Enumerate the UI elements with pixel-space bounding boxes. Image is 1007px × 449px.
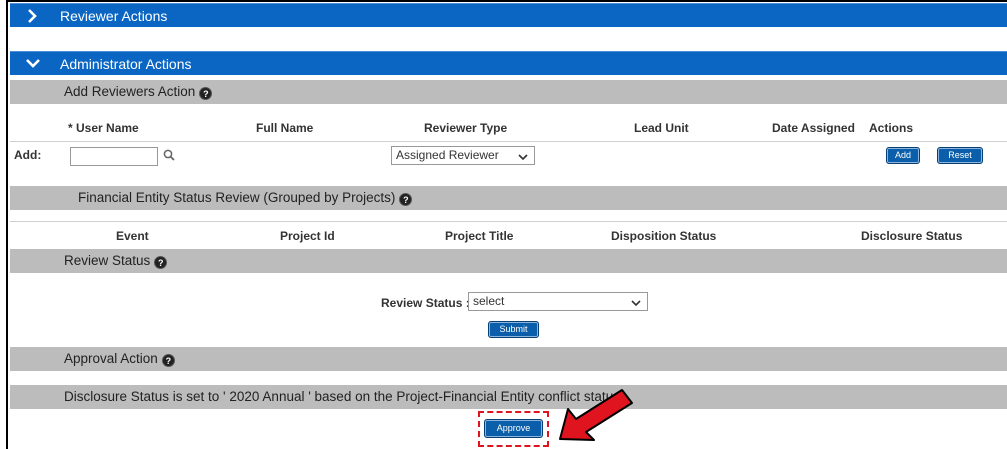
disclosure-status-column-header: Disclosure Status	[861, 229, 963, 243]
add-reviewers-header: Add Reviewers Action?	[10, 80, 1007, 104]
financial-entity-title: Financial Entity Status Review (Grouped …	[78, 190, 396, 205]
approval-action-title: Approval Action	[64, 351, 158, 366]
full-name-column-header: Full Name	[256, 121, 314, 135]
disclosure-message: Disclosure Status is set to ' 2020 Annua…	[64, 389, 624, 404]
reviewer-actions-title: Reviewer Actions	[60, 8, 168, 24]
reviewer-actions-header[interactable]: Reviewer Actions	[10, 3, 1007, 27]
disposition-status-column-header: Disposition Status	[611, 229, 717, 243]
help-icon[interactable]: ?	[199, 87, 213, 100]
approve-button[interactable]: Approve	[484, 419, 543, 438]
user-name-input[interactable]	[70, 147, 158, 166]
lead-unit-column-header: Lead Unit	[634, 121, 689, 135]
actions-column-header: Actions	[869, 121, 914, 135]
row-divider	[10, 221, 1007, 222]
date-assigned-column-header: Date Assigned	[772, 121, 855, 135]
review-status-header: Review Status?	[10, 249, 1007, 273]
add-button[interactable]: Add	[886, 147, 920, 164]
pointer-arrow-icon	[559, 389, 633, 441]
event-column-header: Event	[116, 229, 149, 243]
reviewer-type-select[interactable]: Assigned Reviewer	[391, 146, 535, 165]
chevron-down-icon	[631, 296, 641, 313]
review-status-value: select	[473, 294, 505, 308]
administrator-actions-header[interactable]: Administrator Actions	[10, 51, 1007, 75]
search-icon[interactable]	[163, 149, 175, 164]
help-icon[interactable]: ?	[161, 354, 175, 367]
required-marker: *	[68, 121, 73, 135]
reviewer-type-value: Assigned Reviewer	[396, 148, 499, 162]
chevron-right-icon	[26, 4, 46, 28]
project-id-column-header: Project Id	[280, 229, 335, 243]
chevron-down-icon	[26, 52, 46, 76]
help-icon[interactable]: ?	[399, 193, 413, 206]
review-status-select[interactable]: select	[468, 292, 648, 311]
disclosure-message-bar: Disclosure Status is set to ' 2020 Annua…	[10, 385, 1007, 409]
administrator-actions-title: Administrator Actions	[60, 56, 192, 72]
reviewer-type-column-header: Reviewer Type	[424, 121, 508, 135]
help-icon[interactable]: ?	[154, 256, 168, 269]
review-status-label: Review Status :	[381, 296, 470, 310]
reset-button[interactable]: Reset	[937, 147, 983, 164]
financial-entity-header: Financial Entity Status Review (Grouped …	[10, 186, 1007, 210]
row-divider	[10, 141, 1007, 142]
chevron-down-icon	[518, 150, 528, 167]
add-row-label: Add:	[14, 148, 42, 162]
add-reviewers-title: Add Reviewers Action	[64, 84, 196, 99]
user-name-column-header: * User Name	[68, 121, 139, 135]
approval-action-header: Approval Action?	[10, 347, 1007, 371]
review-status-title: Review Status	[64, 253, 151, 268]
project-title-column-header: Project Title	[445, 229, 514, 243]
submit-button[interactable]: Submit	[488, 321, 539, 338]
